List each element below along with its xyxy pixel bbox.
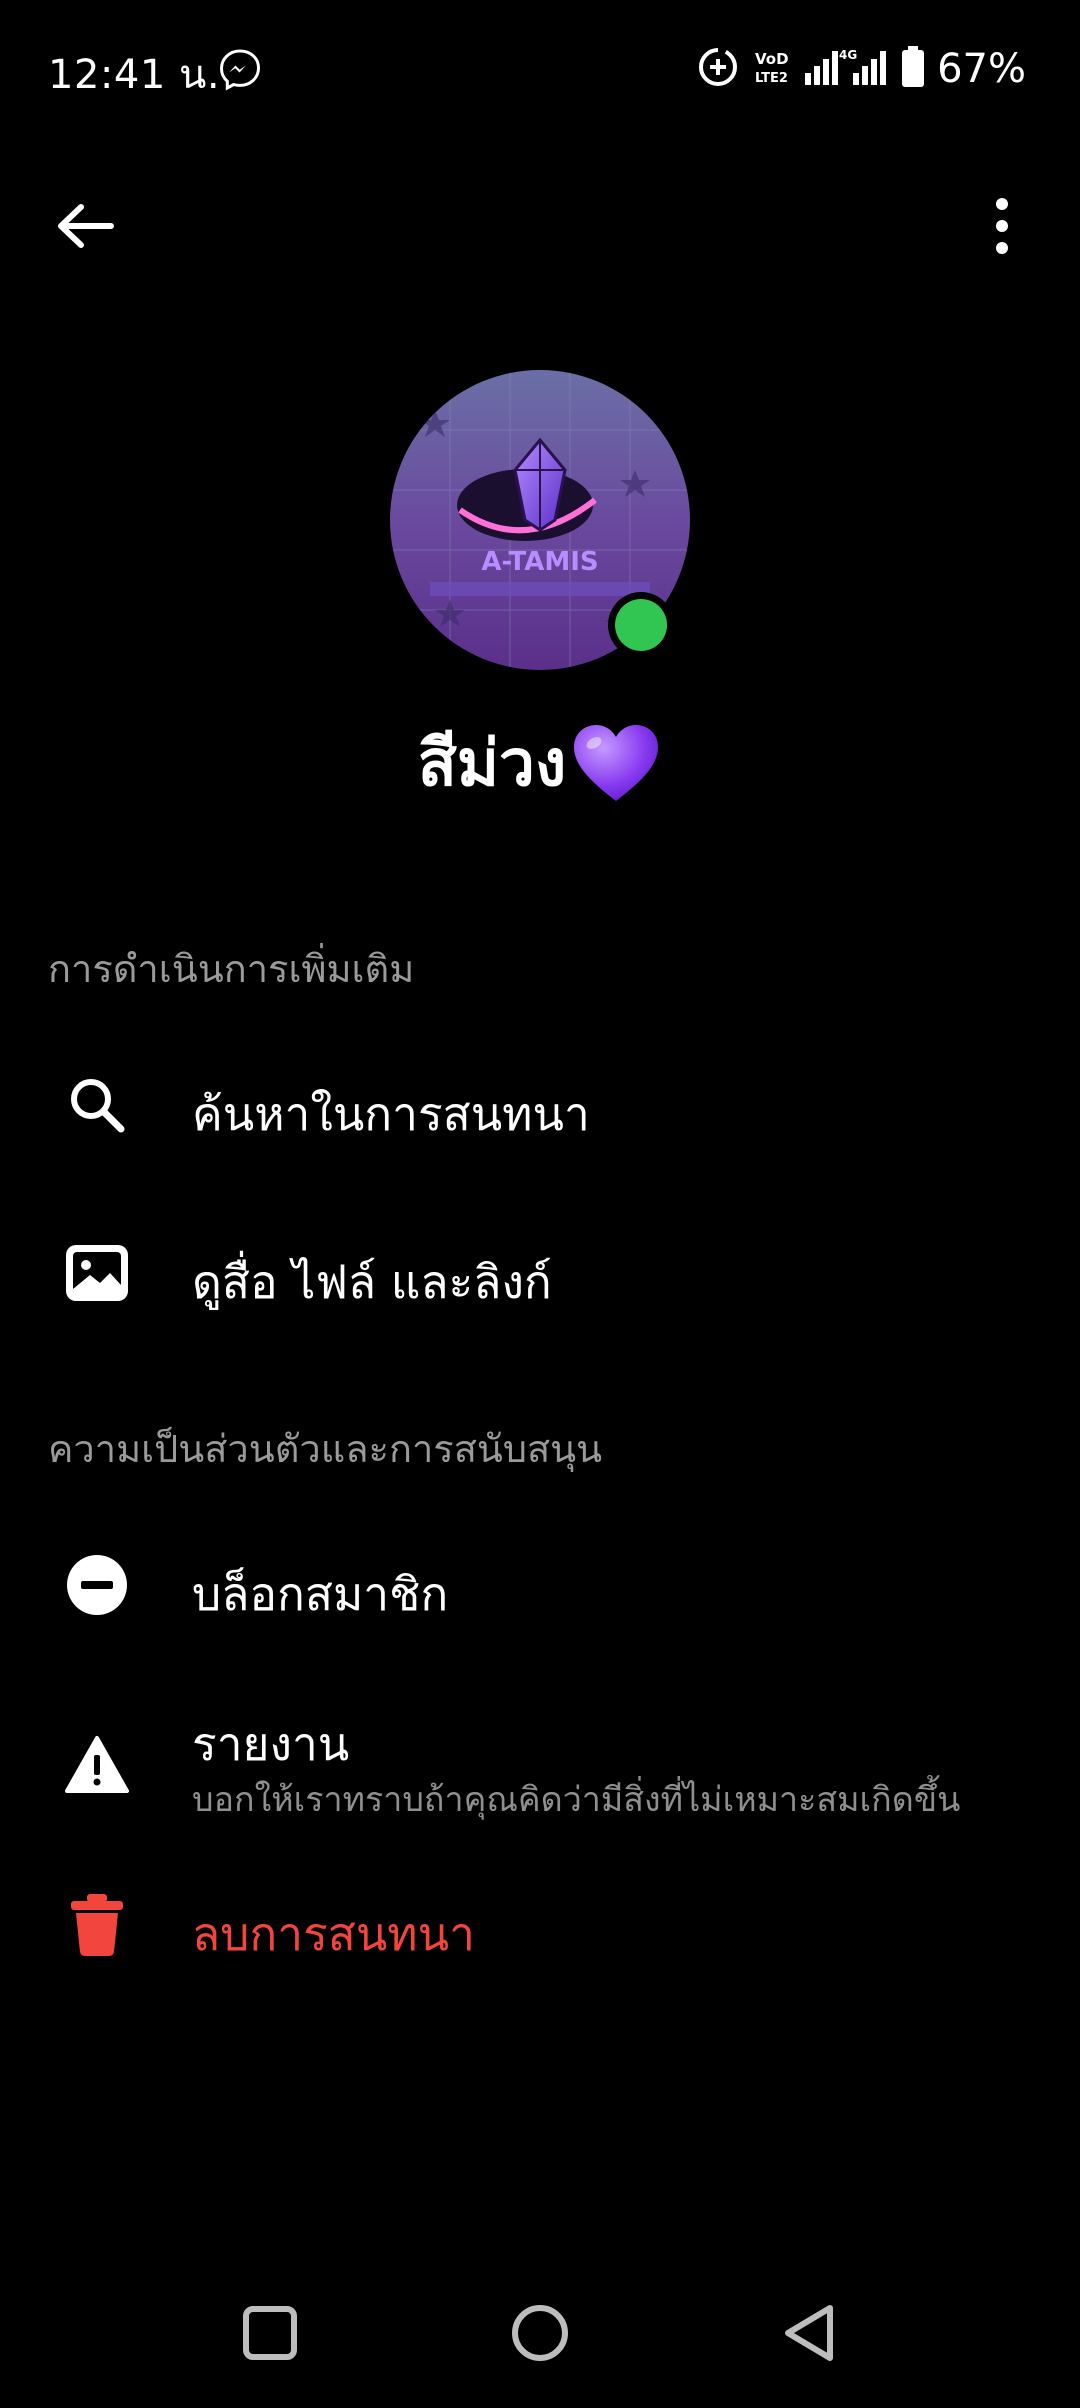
- svg-text:A-TAMIS: A-TAMIS: [481, 547, 598, 577]
- battery-icon: [901, 46, 925, 92]
- signal-icon: 4G: [805, 47, 889, 91]
- more-options-button[interactable]: [962, 188, 1042, 268]
- circle-icon: [510, 2303, 570, 2367]
- profile-avatar[interactable]: A-TAMIS: [390, 370, 690, 670]
- data-saver-icon: [695, 44, 741, 94]
- recents-button[interactable]: [215, 2280, 325, 2390]
- status-icons: VoD LTE2 4G 67%: [695, 44, 1026, 94]
- back-nav-button[interactable]: [753, 2280, 863, 2390]
- svg-text:4G: 4G: [839, 48, 857, 62]
- status-time: 12:41 น.: [48, 52, 221, 98]
- report-item[interactable]: รายงาน บอกให้เราทราบถ้าคุณคิดว่ามีสิ่งที…: [0, 1700, 1080, 1830]
- profile-name: สีม่วง: [0, 712, 1080, 814]
- search-in-conversation-item[interactable]: ค้นหาในการสนทนา: [0, 1060, 1080, 1150]
- search-in-conversation-label: ค้นหาในการสนทนา: [192, 1087, 590, 1141]
- image-icon: [62, 1238, 132, 1308]
- purple-heart-icon: [570, 721, 662, 805]
- report-label: รายงาน: [192, 1717, 350, 1771]
- trash-icon: [62, 1890, 132, 1960]
- view-media-files-links-item[interactable]: ดูสื่อ ไฟล์ และลิงก์: [0, 1228, 1080, 1318]
- svg-text:LTE2: LTE2: [755, 71, 788, 86]
- section-header-privacy-support: ความเป็นส่วนตัวและการสนับสนุน: [48, 1427, 603, 1471]
- home-button[interactable]: [485, 2280, 595, 2390]
- battery-percent: 67%: [937, 46, 1026, 92]
- system-navigation-bar: [0, 2280, 1080, 2390]
- block-member-item[interactable]: บล็อกสมาชิก: [0, 1540, 1080, 1630]
- back-button[interactable]: [40, 188, 130, 268]
- online-status-indicator: [608, 592, 674, 658]
- square-icon: [242, 2305, 298, 2365]
- block-icon: [62, 1550, 132, 1620]
- report-sublabel: บอกให้เราทราบถ้าคุณคิดว่ามีสิ่งที่ไม่เหม…: [192, 1780, 961, 1820]
- delete-conversation-label: ลบการสนทนา: [192, 1907, 475, 1961]
- triangle-back-icon: [780, 2303, 836, 2367]
- view-media-files-links-label: ดูสื่อ ไฟล์ และลิงก์: [192, 1255, 552, 1309]
- search-icon: [62, 1070, 132, 1140]
- status-bar: 12:41 น. VoD LTE2 4G 67%: [0, 0, 1080, 140]
- delete-conversation-item[interactable]: ลบการสนทนา: [0, 1880, 1080, 1970]
- svg-text:VoD: VoD: [755, 50, 789, 68]
- section-header-more-actions: การดำเนินการเพิ่มเติม: [48, 947, 415, 991]
- profile-name-text: สีม่วง: [417, 727, 567, 801]
- block-member-label: บล็อกสมาชิก: [192, 1567, 449, 1621]
- vertical-dots-icon: [992, 196, 1012, 260]
- arrow-left-icon: [55, 201, 115, 255]
- volte-icon: VoD LTE2: [753, 47, 793, 91]
- messenger-icon: [218, 48, 262, 92]
- warning-icon: [62, 1730, 132, 1800]
